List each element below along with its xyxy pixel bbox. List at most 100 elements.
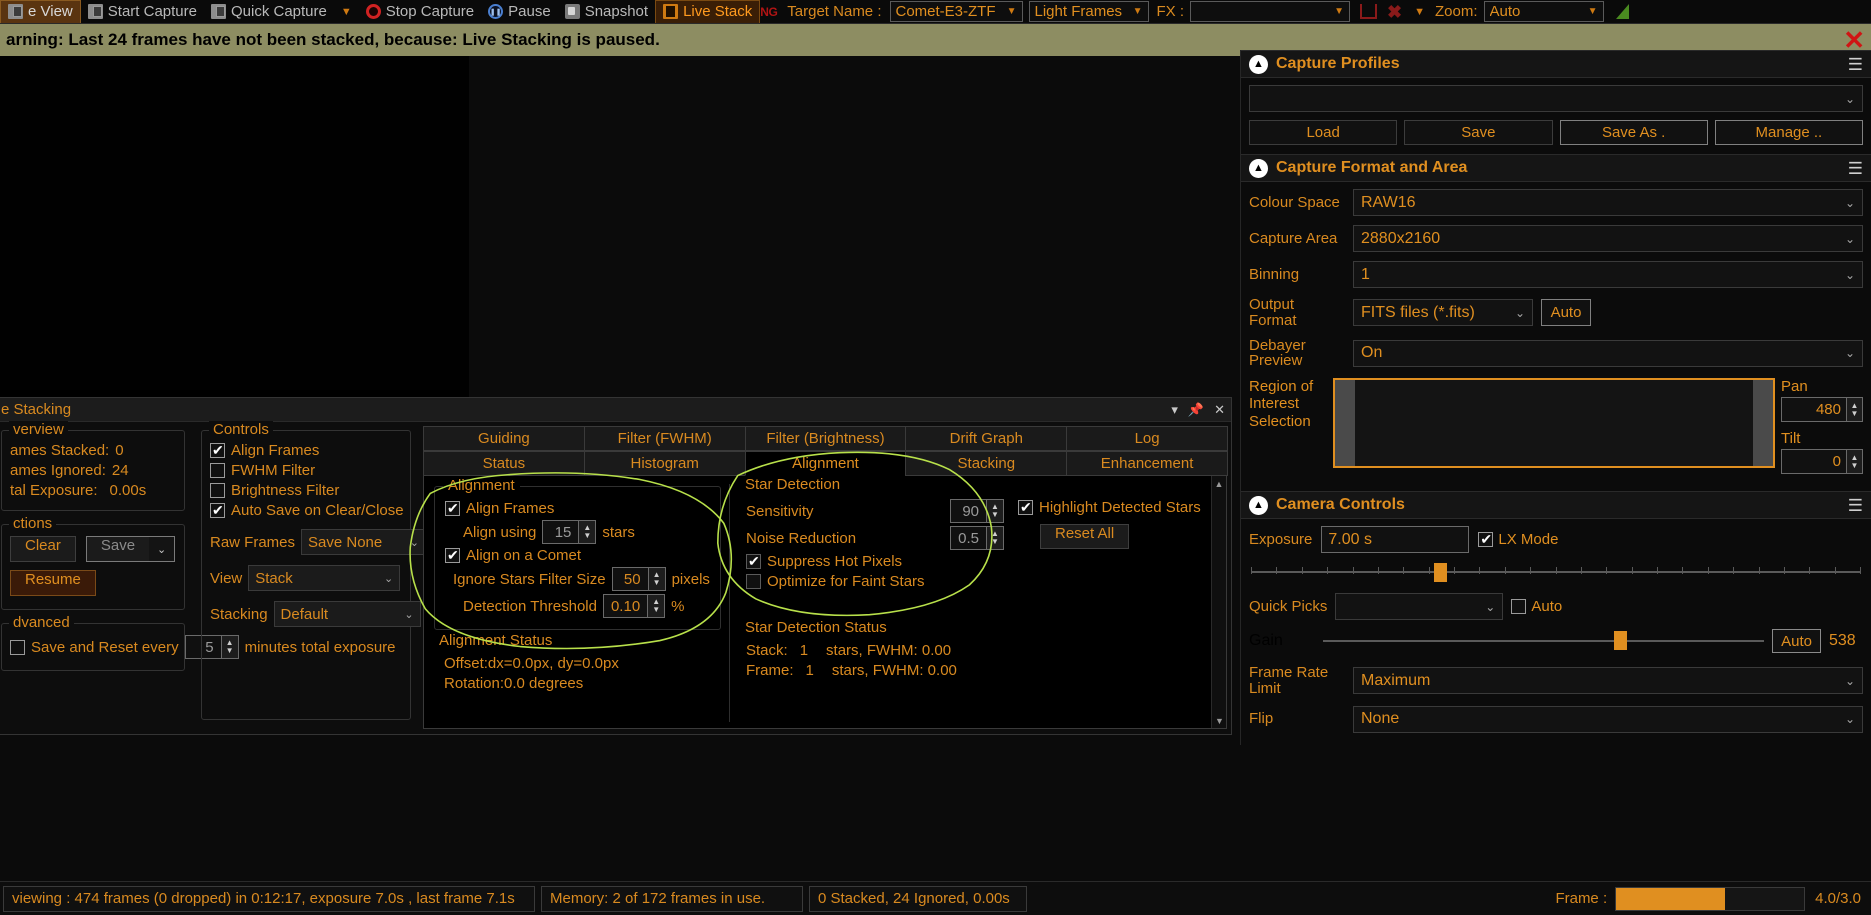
exposure-slider-knob[interactable] <box>1434 563 1447 582</box>
profile-save-as-button[interactable]: Save As . <box>1559 120 1708 145</box>
resume-button[interactable]: Resume <box>10 570 96 596</box>
quick-picks-combo[interactable]: ⌄ <box>1335 593 1504 620</box>
clear-button[interactable]: Clear <box>10 536 76 562</box>
align-using-stepper[interactable]: 15 ▲ ▼ <box>542 520 597 544</box>
scroll-down-icon[interactable]: ▼ <box>1212 713 1227 728</box>
stacking-combo[interactable]: Default ⌄ <box>273 601 421 627</box>
output-format-combo[interactable]: FITS files (*.fits) ⌄ <box>1353 299 1533 327</box>
fwhm-filter-row[interactable]: FWHM Filter <box>210 462 402 479</box>
stepper-buttons[interactable]: ▲ ▼ <box>1846 397 1863 422</box>
hamburger-icon[interactable]: ☰ <box>1848 497 1863 514</box>
noise-reduction-stepper[interactable]: 0.5 ▲ ▼ <box>950 526 1004 550</box>
align-frames-row[interactable]: Align Frames <box>210 442 402 459</box>
target-name-combo[interactable]: Comet-E3-ZTF ▼ <box>889 1 1023 22</box>
panel-pin-icon[interactable]: 📌 <box>1188 402 1204 418</box>
align-frames-row-2[interactable]: Align Frames <box>445 500 712 517</box>
fx-combo[interactable]: ▼ <box>1190 1 1351 22</box>
quick-picks-auto-row[interactable]: Auto <box>1511 598 1562 615</box>
align-frames-checkbox[interactable] <box>210 442 225 458</box>
align-comet-row[interactable]: Align on a Comet <box>445 547 712 564</box>
profile-manage-button[interactable]: Manage .. <box>1714 120 1863 145</box>
chevron-up-icon[interactable]: ▲ <box>1249 158 1268 178</box>
colour-space-combo[interactable]: RAW16 ⌄ <box>1353 189 1863 216</box>
stepper-buttons[interactable]: ▲ ▼ <box>986 526 1004 550</box>
pan-stepper[interactable]: 480 ▲ ▼ <box>1781 397 1863 422</box>
toolbar-live-stack-button[interactable]: Live Stack <box>655 0 761 23</box>
gain-slider-knob[interactable] <box>1614 631 1628 650</box>
exposure-input[interactable]: 7.00 s <box>1321 526 1470 553</box>
toolbar-quick-capture-dropdown[interactable]: ▼ <box>334 0 359 23</box>
toolbar-pause-button[interactable]: Pause <box>481 0 558 23</box>
histogram-icon[interactable] <box>1615 4 1629 19</box>
align-frames-checkbox-2[interactable] <box>445 500 460 516</box>
output-format-auto-button[interactable]: Auto <box>1541 299 1591 327</box>
stepper-buttons[interactable]: ▲ ▼ <box>647 567 666 591</box>
align-comet-checkbox[interactable] <box>445 547 460 563</box>
tab-drift-graph[interactable]: Drift Graph <box>905 426 1068 451</box>
binning-combo[interactable]: 1 ⌄ <box>1353 261 1863 288</box>
scroll-up-icon[interactable]: ▲ <box>1212 476 1226 491</box>
highlight-stars-checkbox[interactable] <box>1018 499 1033 515</box>
auto-save-row[interactable]: Auto Save on Clear/Close <box>210 502 404 519</box>
debayer-preview-combo[interactable]: On ⌄ <box>1353 339 1863 367</box>
gain-auto-button[interactable]: Auto <box>1772 629 1821 653</box>
roi-icon[interactable] <box>1360 4 1378 19</box>
hamburger-icon[interactable]: ☰ <box>1848 160 1863 177</box>
toolbar-start-capture-button[interactable]: Start Capture <box>81 0 204 23</box>
tab-enhancement[interactable]: Enhancement <box>1066 451 1228 476</box>
stepper-buttons[interactable]: ▲ ▼ <box>578 520 597 544</box>
capture-format-header[interactable]: ▲ Capture Format and Area ☰ <box>1241 154 1871 182</box>
lx-mode-checkbox[interactable] <box>1478 531 1494 547</box>
frame-rate-combo[interactable]: Maximum ⌄ <box>1353 667 1863 695</box>
chevron-up-icon[interactable]: ▲ <box>1249 54 1268 74</box>
optimize-faint-checkbox[interactable] <box>746 574 761 589</box>
view-combo[interactable]: Stack ⌄ <box>248 565 401 591</box>
profile-load-button[interactable]: Load <box>1249 120 1398 145</box>
tab-status[interactable]: Status <box>423 451 585 476</box>
stepper-buttons[interactable]: ▲ ▼ <box>647 594 666 618</box>
image-canvas[interactable] <box>0 56 1240 397</box>
optimize-faint-row[interactable]: Optimize for Faint Stars <box>746 573 1004 590</box>
chevron-up-icon[interactable]: ▲ <box>1249 495 1268 515</box>
gain-slider[interactable] <box>1323 631 1765 651</box>
exposure-slider[interactable] <box>1251 561 1861 583</box>
zoom-combo[interactable]: Auto ▼ <box>1483 1 1604 22</box>
tab-log[interactable]: Log <box>1066 426 1228 451</box>
flip-combo[interactable]: None ⌄ <box>1353 705 1863 733</box>
capture-profile-combo[interactable]: ⌄ <box>1249 85 1863 112</box>
save-reset-checkbox[interactable] <box>10 639 25 655</box>
capture-profiles-header[interactable]: ▲ Capture Profiles ☰ <box>1241 50 1871 78</box>
tab-guiding[interactable]: Guiding <box>423 426 585 451</box>
toolbar-snapshot-button[interactable]: Snapshot <box>558 0 655 23</box>
lx-mode-row[interactable]: LX Mode <box>1478 531 1558 548</box>
roi-preview[interactable] <box>1333 378 1775 468</box>
sensitivity-stepper[interactable]: 90 ▲ ▼ <box>950 499 1004 523</box>
save-dropdown-icon[interactable]: ⌄ <box>149 536 176 562</box>
tab-filter-brightness[interactable]: Filter (Brightness) <box>744 426 907 451</box>
tab-filter-fwhm[interactable]: Filter (FWHM) <box>583 426 746 451</box>
panel-dropdown-icon[interactable]: ▾ <box>1171 402 1178 418</box>
highlight-stars-row[interactable]: Highlight Detected Stars <box>1018 499 1201 516</box>
detection-threshold-stepper[interactable]: 0.10 ▲ ▼ <box>602 594 666 618</box>
tab-stacking[interactable]: Stacking <box>905 451 1068 476</box>
hamburger-icon[interactable]: ☰ <box>1848 56 1863 73</box>
brightness-filter-row[interactable]: Brightness Filter <box>210 482 402 499</box>
profile-save-button[interactable]: Save <box>1404 120 1553 145</box>
save-button[interactable]: Save <box>85 536 150 562</box>
tab-histogram[interactable]: Histogram <box>583 451 746 476</box>
camera-controls-header[interactable]: ▲ Camera Controls ☰ <box>1241 491 1871 519</box>
ignore-stars-stepper[interactable]: 50 ▲ ▼ <box>611 567 666 591</box>
capture-area-combo[interactable]: 2880x2160 ⌄ <box>1353 225 1863 252</box>
toolbar-quick-capture-button[interactable]: Quick Capture <box>204 0 334 23</box>
frame-type-combo[interactable]: Light Frames ▼ <box>1028 1 1149 22</box>
tilt-stepper[interactable]: 0 ▲ ▼ <box>1781 449 1863 474</box>
brightness-filter-checkbox[interactable] <box>210 483 225 498</box>
suppress-hot-pixels-checkbox[interactable] <box>746 553 761 569</box>
auto-save-checkbox[interactable] <box>210 502 225 518</box>
toolbar-stop-capture-button[interactable]: Stop Capture <box>359 0 481 23</box>
tab-alignment[interactable]: Alignment <box>744 451 907 476</box>
stepper-buttons[interactable]: ▲ ▼ <box>986 499 1004 523</box>
chevron-down-icon[interactable]: ▼ <box>1414 6 1425 18</box>
reset-all-button[interactable]: Reset All <box>1040 524 1130 549</box>
tab-content-scrollbar[interactable]: ▲ ▼ <box>1211 476 1226 728</box>
